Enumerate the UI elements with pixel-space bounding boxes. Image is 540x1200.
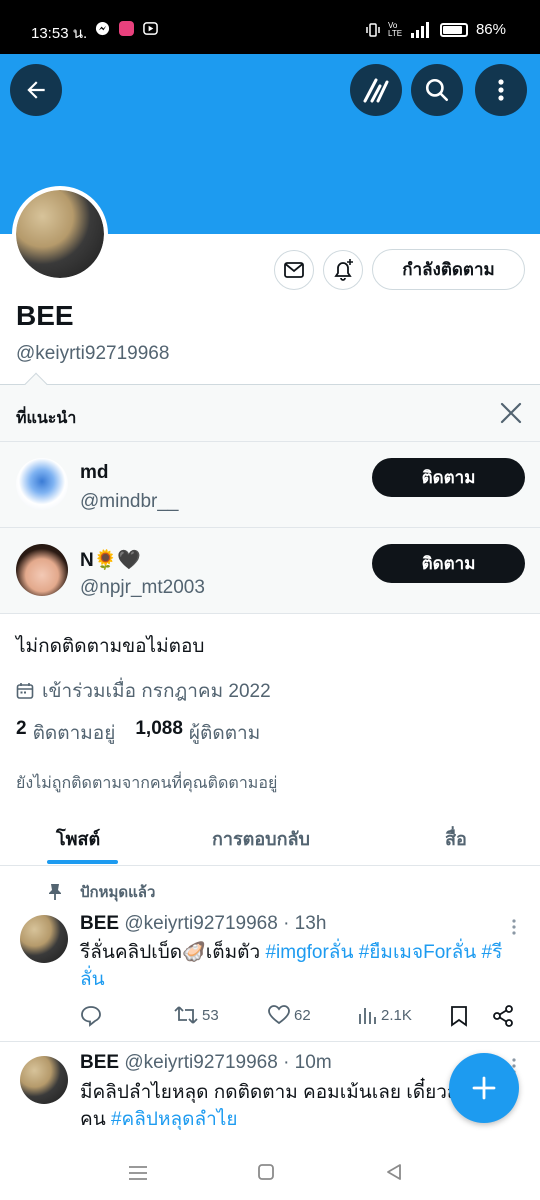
calendar-icon (16, 683, 34, 699)
suggestion-handle: @mindbr__ (80, 491, 179, 512)
compose-button[interactable] (449, 1053, 519, 1123)
suggestion-row[interactable]: N🌻🖤 @npjr_mt2003 ติดตาม (0, 527, 540, 613)
suggestion-name: N🌻🖤 (80, 550, 142, 571)
heart-icon (268, 1005, 290, 1025)
back-button[interactable] (10, 64, 62, 116)
grok-icon (363, 78, 389, 103)
following-button[interactable]: กำลังติดตาม (372, 249, 525, 290)
retweet-count: 53 (202, 1006, 219, 1024)
volte-label: Vo LTE (387, 20, 403, 38)
not-followed-note: ยังไม่ถูกติดตามจากคนที่คุณติดตามอยู่ (16, 775, 278, 792)
search-button[interactable] (411, 64, 463, 116)
follow-button[interactable]: ติดตาม (372, 544, 525, 583)
profile-tabs: โพสต์ การตอบกลับ สื่อ (0, 808, 540, 866)
followers-count[interactable]: 1,088 (135, 718, 183, 748)
profile-name: BEE (16, 300, 74, 331)
more-button[interactable] (475, 64, 527, 116)
tweet-more-icon[interactable] (510, 918, 518, 936)
status-right: Vo LTE 86% (366, 21, 506, 38)
back-nav-icon[interactable] (386, 1163, 402, 1181)
suggestion-handle: @npjr_mt2003 (80, 577, 205, 598)
analytics-icon (359, 1008, 376, 1024)
share-button[interactable] (492, 1005, 514, 1027)
tweet-author-name[interactable]: BEE (80, 913, 119, 934)
suggestion-row[interactable]: md @mindbr__ ติดตาม (0, 441, 540, 527)
tweet-avatar[interactable] (20, 1056, 68, 1104)
notification-icons (95, 21, 158, 36)
messenger-icon (95, 21, 110, 36)
profile-handle: @keiyrti92719968 (16, 343, 170, 364)
tweet-divider (0, 1041, 540, 1042)
suggestions-title: ที่แนะนำ (16, 410, 77, 427)
suggestions-bottom-border (0, 613, 540, 614)
bookmark-icon (451, 1006, 467, 1027)
tweet-actions: 53 62 2.1K (80, 1005, 520, 1031)
profile-bio: ไม่กดติดตามขอไม่ตอบ (16, 636, 205, 657)
follow-button[interactable]: ติดตาม (372, 458, 525, 497)
tab-active-indicator (47, 860, 118, 864)
bookmark-button[interactable] (450, 1005, 468, 1027)
tweet-author-name[interactable]: BEE (80, 1052, 119, 1073)
tab-media[interactable]: สื่อ (445, 824, 467, 853)
pin-icon (49, 884, 61, 900)
message-button[interactable] (274, 250, 314, 290)
tweet-hashtags[interactable]: #คลิปหลุดลำไย (111, 1109, 238, 1130)
retweet-button[interactable]: 53 (174, 1005, 219, 1025)
bell-plus-icon (334, 259, 353, 281)
pinned-text: ปักหมุดแล้ว (80, 884, 156, 901)
tab-posts[interactable]: โพสต์ (56, 824, 100, 853)
suggestion-name: md (80, 462, 109, 483)
follow-stats: 2 ติดตามอยู่ 1,088 ผู้ติดตาม (16, 718, 260, 748)
more-vertical-icon (498, 79, 504, 101)
tweet-text: รีลั่นคลิปเบ็ด🦪เต็มตัว #imgforลั่น #ยืมเ… (80, 939, 526, 993)
suggestion-avatar[interactable] (16, 458, 68, 510)
tweet-header: BEE @keiyrti92719968 · 10m (80, 1052, 332, 1074)
tweet-meta: @keiyrti92719968 · 13h (124, 913, 327, 934)
home-icon[interactable] (258, 1164, 274, 1180)
tweet-meta: @keiyrti92719968 · 10m (124, 1052, 332, 1073)
pinned-label: ปักหมุดแล้ว (48, 880, 155, 904)
tab-replies[interactable]: การตอบกลับ (212, 824, 310, 853)
close-icon[interactable] (499, 400, 523, 426)
followers-label[interactable]: ผู้ติดตาม (189, 718, 260, 748)
tweet-text-plain: รีลั่นคลิปเบ็ด🦪เต็มตัว (80, 942, 261, 963)
tweet-header: BEE @keiyrti92719968 · 13h (80, 913, 326, 935)
suggestion-avatar[interactable] (16, 544, 68, 596)
notify-button[interactable] (323, 250, 363, 290)
following-label[interactable]: ติดตามอยู่ (33, 718, 116, 748)
tweet-avatar[interactable] (20, 915, 68, 963)
retweet-icon (174, 1006, 198, 1024)
signal-icon (410, 21, 429, 38)
views-count: 2.1K (381, 1006, 412, 1024)
menu-icon[interactable] (128, 1165, 148, 1181)
search-icon (425, 78, 449, 102)
vibrate-icon (366, 22, 380, 37)
battery-icon (439, 22, 468, 37)
profile-avatar[interactable] (12, 186, 108, 282)
system-navigation-bar (0, 1145, 540, 1200)
app-notification-icon (119, 21, 134, 36)
mail-icon (284, 262, 304, 278)
like-button[interactable]: 62 (268, 1005, 311, 1025)
status-time: 13:53 น. (31, 25, 88, 42)
arrow-left-icon (27, 81, 45, 99)
play-notification-icon (143, 22, 158, 35)
views-button[interactable]: 2.1K (357, 1005, 412, 1025)
following-count[interactable]: 2 (16, 718, 27, 748)
reply-icon (81, 1006, 101, 1027)
share-icon (493, 1005, 513, 1027)
avatar-image (16, 190, 104, 278)
grok-button[interactable] (350, 64, 402, 116)
battery-percent: 86% (475, 21, 506, 38)
plus-icon (472, 1076, 496, 1100)
joined-text: เข้าร่วมเมื่อ กรกฎาคม 2022 (42, 681, 271, 702)
reply-button[interactable] (80, 1005, 102, 1027)
status-bar: 13:53 น. Vo LTE 86% (0, 0, 540, 54)
joined-date: เข้าร่วมเมื่อ กรกฎาคม 2022 (16, 676, 271, 706)
like-count: 62 (294, 1006, 311, 1024)
